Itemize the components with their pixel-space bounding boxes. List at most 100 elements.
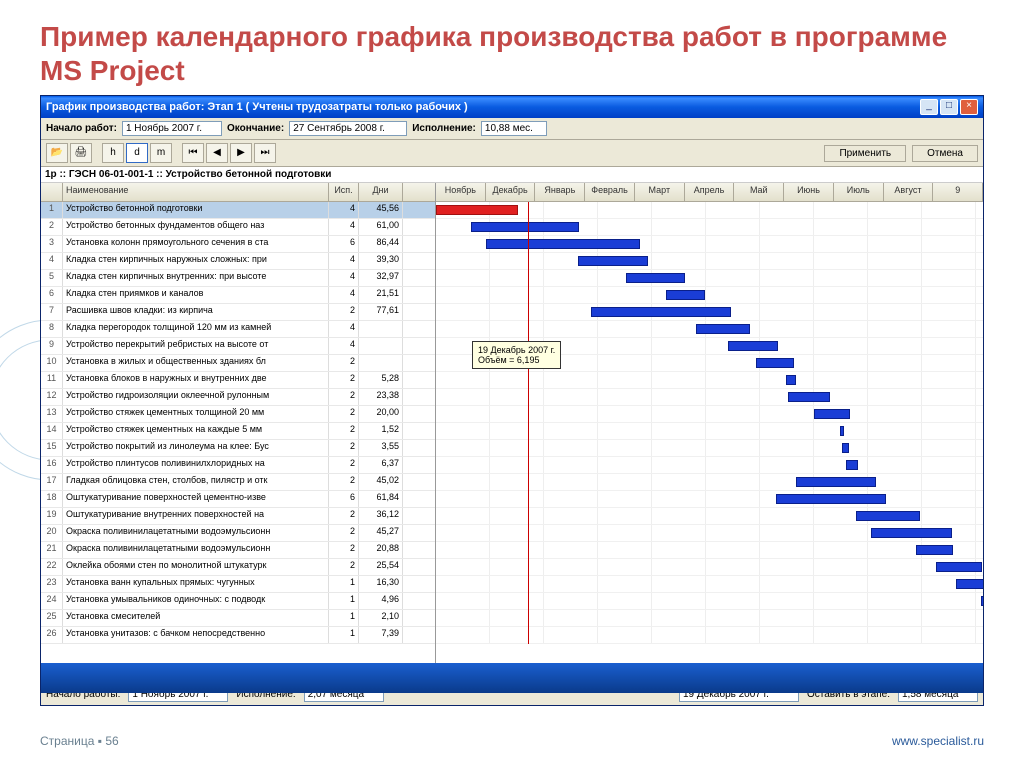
apply-button[interactable]: Применить	[824, 145, 906, 162]
maximize-button[interactable]: □	[940, 99, 958, 115]
scale-d-button[interactable]: d	[126, 143, 148, 163]
gantt-row[interactable]	[436, 253, 983, 270]
gantt-row[interactable]	[436, 423, 983, 440]
month-header[interactable]: Август	[884, 183, 934, 201]
table-row[interactable]: 14Устройство стяжек цементных на каждые …	[41, 423, 435, 440]
next-icon[interactable]: ▶	[230, 143, 252, 163]
table-row[interactable]: 19Оштукатуривание внутренних поверхносте…	[41, 508, 435, 525]
gantt-row[interactable]	[436, 389, 983, 406]
col-num[interactable]	[41, 183, 63, 201]
gantt-bar[interactable]	[936, 562, 982, 572]
gantt-bar[interactable]	[578, 256, 648, 266]
table-row[interactable]: 10Установка в жилых и общественных здани…	[41, 355, 435, 372]
month-header[interactable]: Ноябрь	[436, 183, 486, 201]
minimize-button[interactable]: _	[920, 99, 938, 115]
gantt-row[interactable]	[436, 474, 983, 491]
gantt-bar[interactable]	[981, 596, 983, 606]
table-row[interactable]: 26Установка унитазов: с бачком непосредс…	[41, 627, 435, 644]
gantt-row[interactable]	[436, 508, 983, 525]
gantt-bar[interactable]	[814, 409, 850, 419]
gantt-bar[interactable]	[796, 477, 876, 487]
gantt-bar[interactable]	[916, 545, 953, 555]
exec-input[interactable]	[481, 121, 547, 136]
titlebar[interactable]: График производства работ: Этап 1 ( Учте…	[41, 96, 983, 118]
table-row[interactable]: 11Установка блоков в наружных и внутренн…	[41, 372, 435, 389]
gantt-bar[interactable]	[871, 528, 952, 538]
open-icon[interactable]: 📂	[46, 143, 68, 163]
gantt-row[interactable]	[436, 236, 983, 253]
table-row[interactable]: 6Кладка стен приямков и каналов421,51	[41, 287, 435, 304]
start-date-input[interactable]	[122, 121, 222, 136]
month-header[interactable]: Май	[734, 183, 784, 201]
gantt-bar[interactable]	[956, 579, 983, 589]
gantt-bar[interactable]	[728, 341, 778, 351]
end-date-input[interactable]	[289, 121, 407, 136]
table-row[interactable]: 7Расшивка швов кладки: из кирпича277,61	[41, 304, 435, 321]
month-header[interactable]: Февраль	[585, 183, 635, 201]
table-row[interactable]: 9Устройство перекрытий ребристых на высо…	[41, 338, 435, 355]
gantt-bar[interactable]	[471, 222, 579, 232]
table-row[interactable]: 13Устройство стяжек цементных толщиной 2…	[41, 406, 435, 423]
gantt-row[interactable]	[436, 270, 983, 287]
gantt-bar[interactable]	[842, 443, 849, 453]
table-row[interactable]: 18Оштукатуривание поверхностей цементно-…	[41, 491, 435, 508]
scale-h-button[interactable]: h	[102, 143, 124, 163]
gantt-row[interactable]	[436, 525, 983, 542]
gantt-bar[interactable]	[486, 239, 640, 249]
gantt-bar[interactable]	[846, 460, 858, 470]
gantt-bar[interactable]	[436, 205, 518, 215]
cancel-button[interactable]: Отмена	[912, 145, 978, 162]
gantt-row[interactable]	[436, 304, 983, 321]
table-row[interactable]: 20Окраска поливинилацетатными водоэмульс…	[41, 525, 435, 542]
gantt-bar[interactable]	[756, 358, 794, 368]
gantt-bar[interactable]	[626, 273, 685, 283]
table-row[interactable]: 15Устройство покрытий из линолеума на кл…	[41, 440, 435, 457]
table-row[interactable]: 2Устройство бетонных фундаментов общего …	[41, 219, 435, 236]
gantt-row[interactable]	[436, 202, 983, 219]
gantt-bar[interactable]	[786, 375, 796, 385]
gantt-chart[interactable]: НоябрьДекабрьЯнварьФевральМартАпрельМайИ…	[436, 183, 983, 663]
gantt-bar[interactable]	[788, 392, 830, 402]
gantt-row[interactable]	[436, 627, 983, 644]
gantt-row[interactable]	[436, 440, 983, 457]
table-row[interactable]: 16Устройство плинтусов поливинилхлоридны…	[41, 457, 435, 474]
month-header[interactable]: Январь	[535, 183, 585, 201]
gantt-row[interactable]	[436, 491, 983, 508]
col-name[interactable]: Наименование	[63, 183, 329, 201]
scale-m-button[interactable]: m	[150, 143, 172, 163]
month-header[interactable]: 9	[933, 183, 983, 201]
gantt-bar[interactable]	[666, 290, 705, 300]
gantt-bar[interactable]	[840, 426, 844, 436]
gantt-bar[interactable]	[776, 494, 886, 504]
gantt-row[interactable]	[436, 287, 983, 304]
table-row[interactable]: 21Окраска поливинилацетатными водоэмульс…	[41, 542, 435, 559]
gantt-row[interactable]	[436, 576, 983, 593]
gantt-bar[interactable]	[591, 307, 731, 317]
month-header[interactable]: Июль	[834, 183, 884, 201]
table-row[interactable]: 17Гладкая облицовка стен, столбов, пиляс…	[41, 474, 435, 491]
table-row[interactable]: 12Устройство гидроизоляции оклеечной рул…	[41, 389, 435, 406]
gantt-row[interactable]	[436, 372, 983, 389]
table-row[interactable]: 22Оклейка обоями стен по монолитной штук…	[41, 559, 435, 576]
gantt-bar[interactable]	[856, 511, 920, 521]
table-row[interactable]: 25Установка смесителей12,10	[41, 610, 435, 627]
gantt-row[interactable]	[436, 593, 983, 610]
gantt-row[interactable]	[436, 219, 983, 236]
col-isp[interactable]: Исп.	[329, 183, 359, 201]
table-row[interactable]: 4Кладка стен кирпичных наружных сложных:…	[41, 253, 435, 270]
close-button[interactable]: ×	[960, 99, 978, 115]
print-icon[interactable]: 🖨	[70, 143, 92, 163]
table-row[interactable]: 3Установка колонн прямоугольного сечения…	[41, 236, 435, 253]
prev-icon[interactable]: ◀	[206, 143, 228, 163]
gantt-row[interactable]	[436, 457, 983, 474]
table-row[interactable]: 1Устройство бетонной подготовки445,56	[41, 202, 435, 219]
month-header[interactable]: Апрель	[685, 183, 735, 201]
gantt-row[interactable]	[436, 610, 983, 627]
last-icon[interactable]: ⏭	[254, 143, 276, 163]
gantt-row[interactable]	[436, 542, 983, 559]
month-header[interactable]: Декабрь	[486, 183, 536, 201]
gantt-row[interactable]	[436, 321, 983, 338]
table-row[interactable]: 24Установка умывальников одиночных: с по…	[41, 593, 435, 610]
gantt-row[interactable]	[436, 559, 983, 576]
first-icon[interactable]: ⏮	[182, 143, 204, 163]
